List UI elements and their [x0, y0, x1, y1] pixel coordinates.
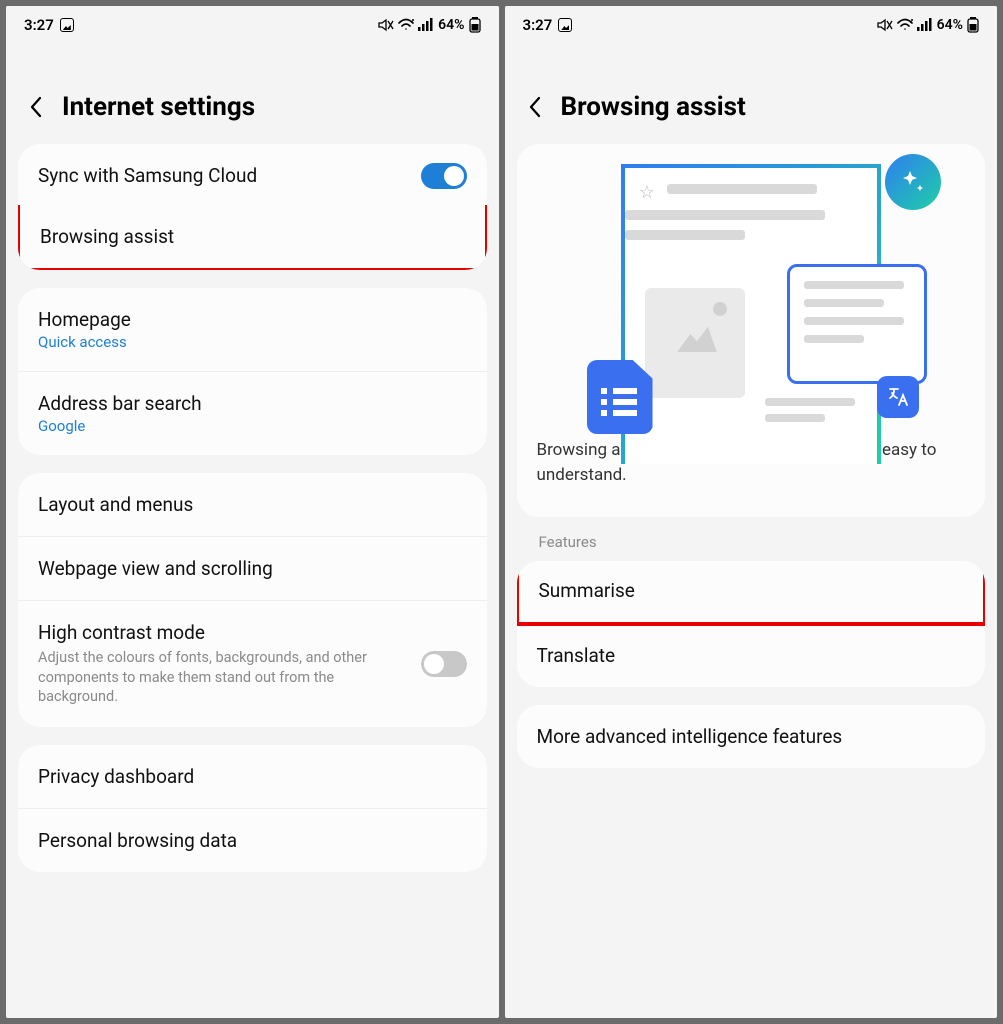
battery-icon — [967, 17, 979, 33]
sync-row[interactable]: Sync with Samsung Cloud — [18, 144, 487, 207]
signal-icon — [418, 18, 434, 32]
left-screenshot: 3:27 64% Internet settings Sync with Sam… — [6, 6, 499, 1018]
feature-intro-card: ☆ Browsing assist makes content on web — [517, 144, 986, 517]
page-title: Browsing assist — [561, 92, 746, 122]
notification-image-icon — [558, 18, 572, 32]
battery-text: 64% — [438, 17, 464, 33]
status-time: 3:27 — [24, 16, 54, 34]
homepage-row[interactable]: Homepage Quick access — [18, 288, 487, 371]
layout-row[interactable]: Layout and menus — [18, 473, 487, 536]
signal-icon — [917, 18, 933, 32]
features-header: Features — [517, 527, 986, 561]
personal-row[interactable]: Personal browsing data — [18, 808, 487, 872]
wifi-icon — [897, 18, 913, 32]
high-contrast-desc: Adjust the colours of fonts, backgrounds… — [38, 648, 368, 707]
homepage-value: Quick access — [38, 333, 467, 351]
illustration-image-placeholder — [645, 288, 745, 398]
right-screenshot: 3:27 64% Browsing assist ☆ — [505, 6, 998, 1018]
translate-label: Translate — [537, 644, 966, 667]
more-group: More advanced intelligence features — [517, 705, 986, 768]
sync-label: Sync with Samsung Cloud — [38, 164, 467, 187]
chevron-left-icon — [29, 96, 43, 118]
status-time: 3:27 — [523, 16, 553, 34]
settings-group-4: Privacy dashboard Personal browsing data — [18, 745, 487, 872]
back-button[interactable] — [523, 95, 547, 119]
layout-label: Layout and menus — [38, 493, 467, 516]
battery-text: 64% — [937, 17, 963, 33]
status-bar: 3:27 64% — [6, 6, 499, 44]
features-group: Summarise Translate — [517, 561, 986, 687]
webpage-view-row[interactable]: Webpage view and scrolling — [18, 536, 487, 600]
summarise-label: Summarise — [539, 579, 964, 602]
more-features-label: More advanced intelligence features — [537, 725, 966, 748]
chevron-left-icon — [528, 96, 542, 118]
sync-toggle[interactable] — [421, 163, 467, 189]
address-bar-row[interactable]: Address bar search Google — [18, 371, 487, 455]
translate-icon — [877, 376, 919, 418]
notification-image-icon — [60, 18, 74, 32]
homepage-label: Homepage — [38, 308, 467, 331]
settings-group-1: Sync with Samsung Cloud Browsing assist — [18, 144, 487, 270]
sparkle-icon — [885, 154, 941, 210]
browsing-assist-label: Browsing assist — [40, 225, 465, 248]
summarise-row[interactable]: Summarise — [517, 561, 986, 626]
back-button[interactable] — [24, 95, 48, 119]
settings-group-2: Homepage Quick access Address bar search… — [18, 288, 487, 455]
star-icon: ☆ — [639, 182, 655, 203]
more-features-row[interactable]: More advanced intelligence features — [517, 705, 986, 768]
webpage-view-label: Webpage view and scrolling — [38, 557, 467, 580]
browsing-assist-row[interactable]: Browsing assist — [18, 205, 487, 270]
page-header: Internet settings — [6, 44, 499, 144]
translate-row[interactable]: Translate — [517, 624, 986, 687]
high-contrast-label: High contrast mode — [38, 621, 467, 644]
status-bar: 3:27 64% — [505, 6, 998, 44]
personal-label: Personal browsing data — [38, 829, 467, 852]
battery-icon — [469, 17, 481, 33]
privacy-label: Privacy dashboard — [38, 765, 467, 788]
page-header: Browsing assist — [505, 44, 998, 144]
high-contrast-toggle[interactable] — [421, 651, 467, 677]
page-title: Internet settings — [62, 92, 255, 122]
settings-group-3: Layout and menus Webpage view and scroll… — [18, 473, 487, 727]
address-bar-label: Address bar search — [38, 392, 467, 415]
high-contrast-row[interactable]: High contrast mode Adjust the colours of… — [18, 600, 487, 727]
address-bar-value: Google — [38, 417, 467, 435]
mute-icon — [877, 18, 893, 32]
privacy-row[interactable]: Privacy dashboard — [18, 745, 487, 808]
document-icon — [587, 360, 653, 434]
wifi-icon — [398, 18, 414, 32]
mute-icon — [378, 18, 394, 32]
illustration-summary-panel — [787, 264, 927, 384]
illustration: ☆ — [537, 154, 966, 424]
